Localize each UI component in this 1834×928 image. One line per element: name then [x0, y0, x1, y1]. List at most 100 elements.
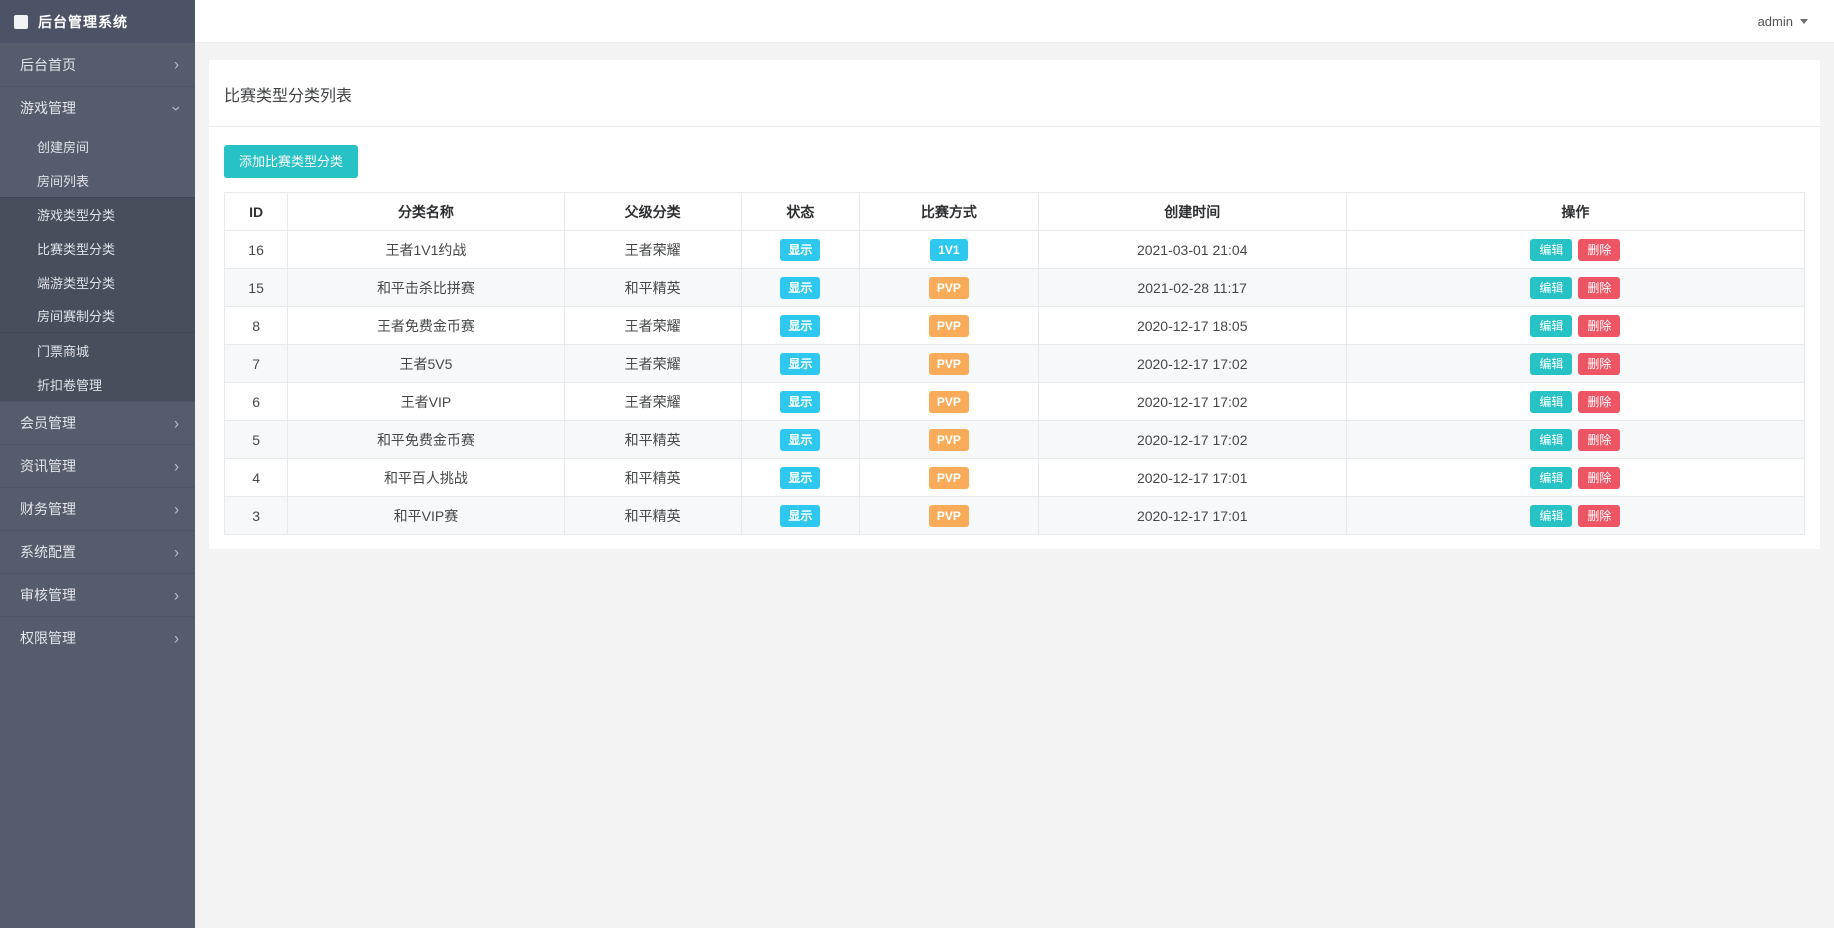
cell-parent: 和平精英 — [564, 421, 741, 459]
mode-badge: PVP — [929, 277, 969, 299]
mode-badge: PVP — [929, 391, 969, 413]
mode-badge: PVP — [929, 315, 969, 337]
sidebar-item-0[interactable]: 后台首页› — [0, 43, 195, 86]
cell-name: 和平百人挑战 — [288, 459, 565, 497]
status-badge: 显示 — [780, 467, 820, 489]
cell-id: 15 — [225, 269, 288, 307]
delete-button[interactable]: 删除 — [1578, 239, 1620, 261]
cell-id: 8 — [225, 307, 288, 345]
chevron-right-icon: › — [174, 587, 179, 604]
sidebar-item-label: 财务管理 — [20, 499, 76, 519]
page-content: 比赛类型分类列表 添加比赛类型分类 ID分类名称父级分类状态比赛方式创建时间操作… — [195, 43, 1834, 928]
sidebar-item-3[interactable]: 资讯管理› — [0, 444, 195, 487]
sidebar-subitem-5[interactable]: 房间赛制分类 — [0, 299, 195, 333]
cell-status: 显示 — [741, 345, 860, 383]
cell-mode: PVP — [860, 497, 1039, 535]
cell-id: 3 — [225, 497, 288, 535]
sidebar-subitem-6[interactable]: 门票商城 — [0, 333, 195, 367]
column-header: 操作 — [1346, 193, 1804, 231]
cell-status: 显示 — [741, 307, 860, 345]
sidebar-item-1[interactable]: 游戏管理 › — [0, 86, 195, 129]
add-category-button[interactable]: 添加比赛类型分类 — [224, 145, 358, 178]
cell-mode: PVP — [860, 307, 1039, 345]
edit-button[interactable]: 编辑 — [1530, 429, 1572, 451]
sidebar-menu: 后台首页› 游戏管理 › 创建房间房间列表游戏类型分类比赛类型分类端游类型分类房间赛制… — [0, 43, 195, 928]
content-card: 比赛类型分类列表 添加比赛类型分类 ID分类名称父级分类状态比赛方式创建时间操作… — [209, 60, 1820, 549]
sidebar-item-label: 权限管理 — [20, 628, 76, 648]
cell-status: 显示 — [741, 383, 860, 421]
cell-parent: 王者荣耀 — [564, 383, 741, 421]
cell-status: 显示 — [741, 459, 860, 497]
status-badge: 显示 — [780, 277, 820, 299]
delete-button[interactable]: 删除 — [1578, 353, 1620, 375]
table-row: 5和平免费金币赛和平精英显示PVP2020-12-17 17:02编辑删除 — [225, 421, 1805, 459]
app-title: 后台管理系统 — [38, 12, 128, 32]
cell-actions: 编辑删除 — [1346, 497, 1804, 535]
sidebar-item-7[interactable]: 权限管理› — [0, 616, 195, 659]
logo-icon — [14, 15, 28, 29]
cell-mode: PVP — [860, 421, 1039, 459]
status-badge: 显示 — [780, 429, 820, 451]
table-body: 16王者1V1约战王者荣耀显示1V12021-03-01 21:04编辑删除15… — [225, 231, 1805, 535]
sidebar-item-5[interactable]: 系统配置› — [0, 530, 195, 573]
topbar: admin — [195, 0, 1834, 43]
mode-badge: 1V1 — [930, 239, 967, 261]
cell-id: 16 — [225, 231, 288, 269]
delete-button[interactable]: 删除 — [1578, 429, 1620, 451]
sidebar-subitem-3[interactable]: 比赛类型分类 — [0, 231, 195, 265]
edit-button[interactable]: 编辑 — [1530, 315, 1572, 337]
sidebar-item-4[interactable]: 财务管理 › — [0, 487, 195, 530]
edit-button[interactable]: 编辑 — [1530, 353, 1572, 375]
edit-button[interactable]: 编辑 — [1530, 505, 1572, 527]
cell-mode: PVP — [860, 383, 1039, 421]
status-badge: 显示 — [780, 315, 820, 337]
table-row: 4和平百人挑战和平精英显示PVP2020-12-17 17:01编辑删除 — [225, 459, 1805, 497]
edit-button[interactable]: 编辑 — [1530, 239, 1572, 261]
sidebar-subitem-7[interactable]: 折扣卷管理 — [0, 367, 195, 401]
cell-id: 4 — [225, 459, 288, 497]
edit-button[interactable]: 编辑 — [1530, 467, 1572, 489]
delete-button[interactable]: 删除 — [1578, 391, 1620, 413]
caret-down-icon — [1800, 19, 1808, 24]
table-row: 6王者VIP王者荣耀显示PVP2020-12-17 17:02编辑删除 — [225, 383, 1805, 421]
sidebar-item-2[interactable]: 会员管理› — [0, 401, 195, 444]
status-badge: 显示 — [780, 391, 820, 413]
cell-actions: 编辑删除 — [1346, 383, 1804, 421]
sidebar-item-label: 审核管理 — [20, 585, 76, 605]
cell-actions: 编辑删除 — [1346, 269, 1804, 307]
sidebar-item-label: 游戏管理 — [20, 98, 76, 118]
cell-actions: 编辑删除 — [1346, 459, 1804, 497]
delete-button[interactable]: 删除 — [1578, 277, 1620, 299]
sidebar-item-6[interactable]: 审核管理 › — [0, 573, 195, 616]
cell-parent: 和平精英 — [564, 459, 741, 497]
cell-mode: 1V1 — [860, 231, 1039, 269]
status-badge: 显示 — [780, 505, 820, 527]
cell-actions: 编辑删除 — [1346, 231, 1804, 269]
cell-status: 显示 — [741, 231, 860, 269]
chevron-right-icon: › — [174, 501, 179, 518]
cell-created: 2020-12-17 17:01 — [1038, 497, 1346, 535]
sidebar-subitem-1[interactable]: 房间列表 — [0, 163, 195, 197]
user-menu[interactable]: admin — [1758, 14, 1808, 29]
cell-created: 2020-12-17 17:02 — [1038, 421, 1346, 459]
cell-actions: 编辑删除 — [1346, 421, 1804, 459]
sidebar-subitem-2[interactable]: 游戏类型分类 — [0, 197, 195, 231]
cell-actions: 编辑删除 — [1346, 345, 1804, 383]
cell-id: 7 — [225, 345, 288, 383]
delete-button[interactable]: 删除 — [1578, 505, 1620, 527]
edit-button[interactable]: 编辑 — [1530, 277, 1572, 299]
cell-parent: 王者荣耀 — [564, 345, 741, 383]
cell-name: 王者5V5 — [288, 345, 565, 383]
username-label: admin — [1758, 14, 1793, 29]
delete-button[interactable]: 删除 — [1578, 467, 1620, 489]
sidebar-item-label: 会员管理 — [20, 413, 76, 433]
delete-button[interactable]: 删除 — [1578, 315, 1620, 337]
chevron-right-icon: › — [174, 544, 179, 561]
cell-name: 王者VIP — [288, 383, 565, 421]
sidebar-item-label: 资讯管理 — [20, 456, 76, 476]
sidebar-subitem-0[interactable]: 创建房间 — [0, 129, 195, 163]
cell-parent: 王者荣耀 — [564, 231, 741, 269]
sidebar-subitem-4[interactable]: 端游类型分类 — [0, 265, 195, 299]
chevron-down-icon: › — [168, 106, 185, 111]
edit-button[interactable]: 编辑 — [1530, 391, 1572, 413]
